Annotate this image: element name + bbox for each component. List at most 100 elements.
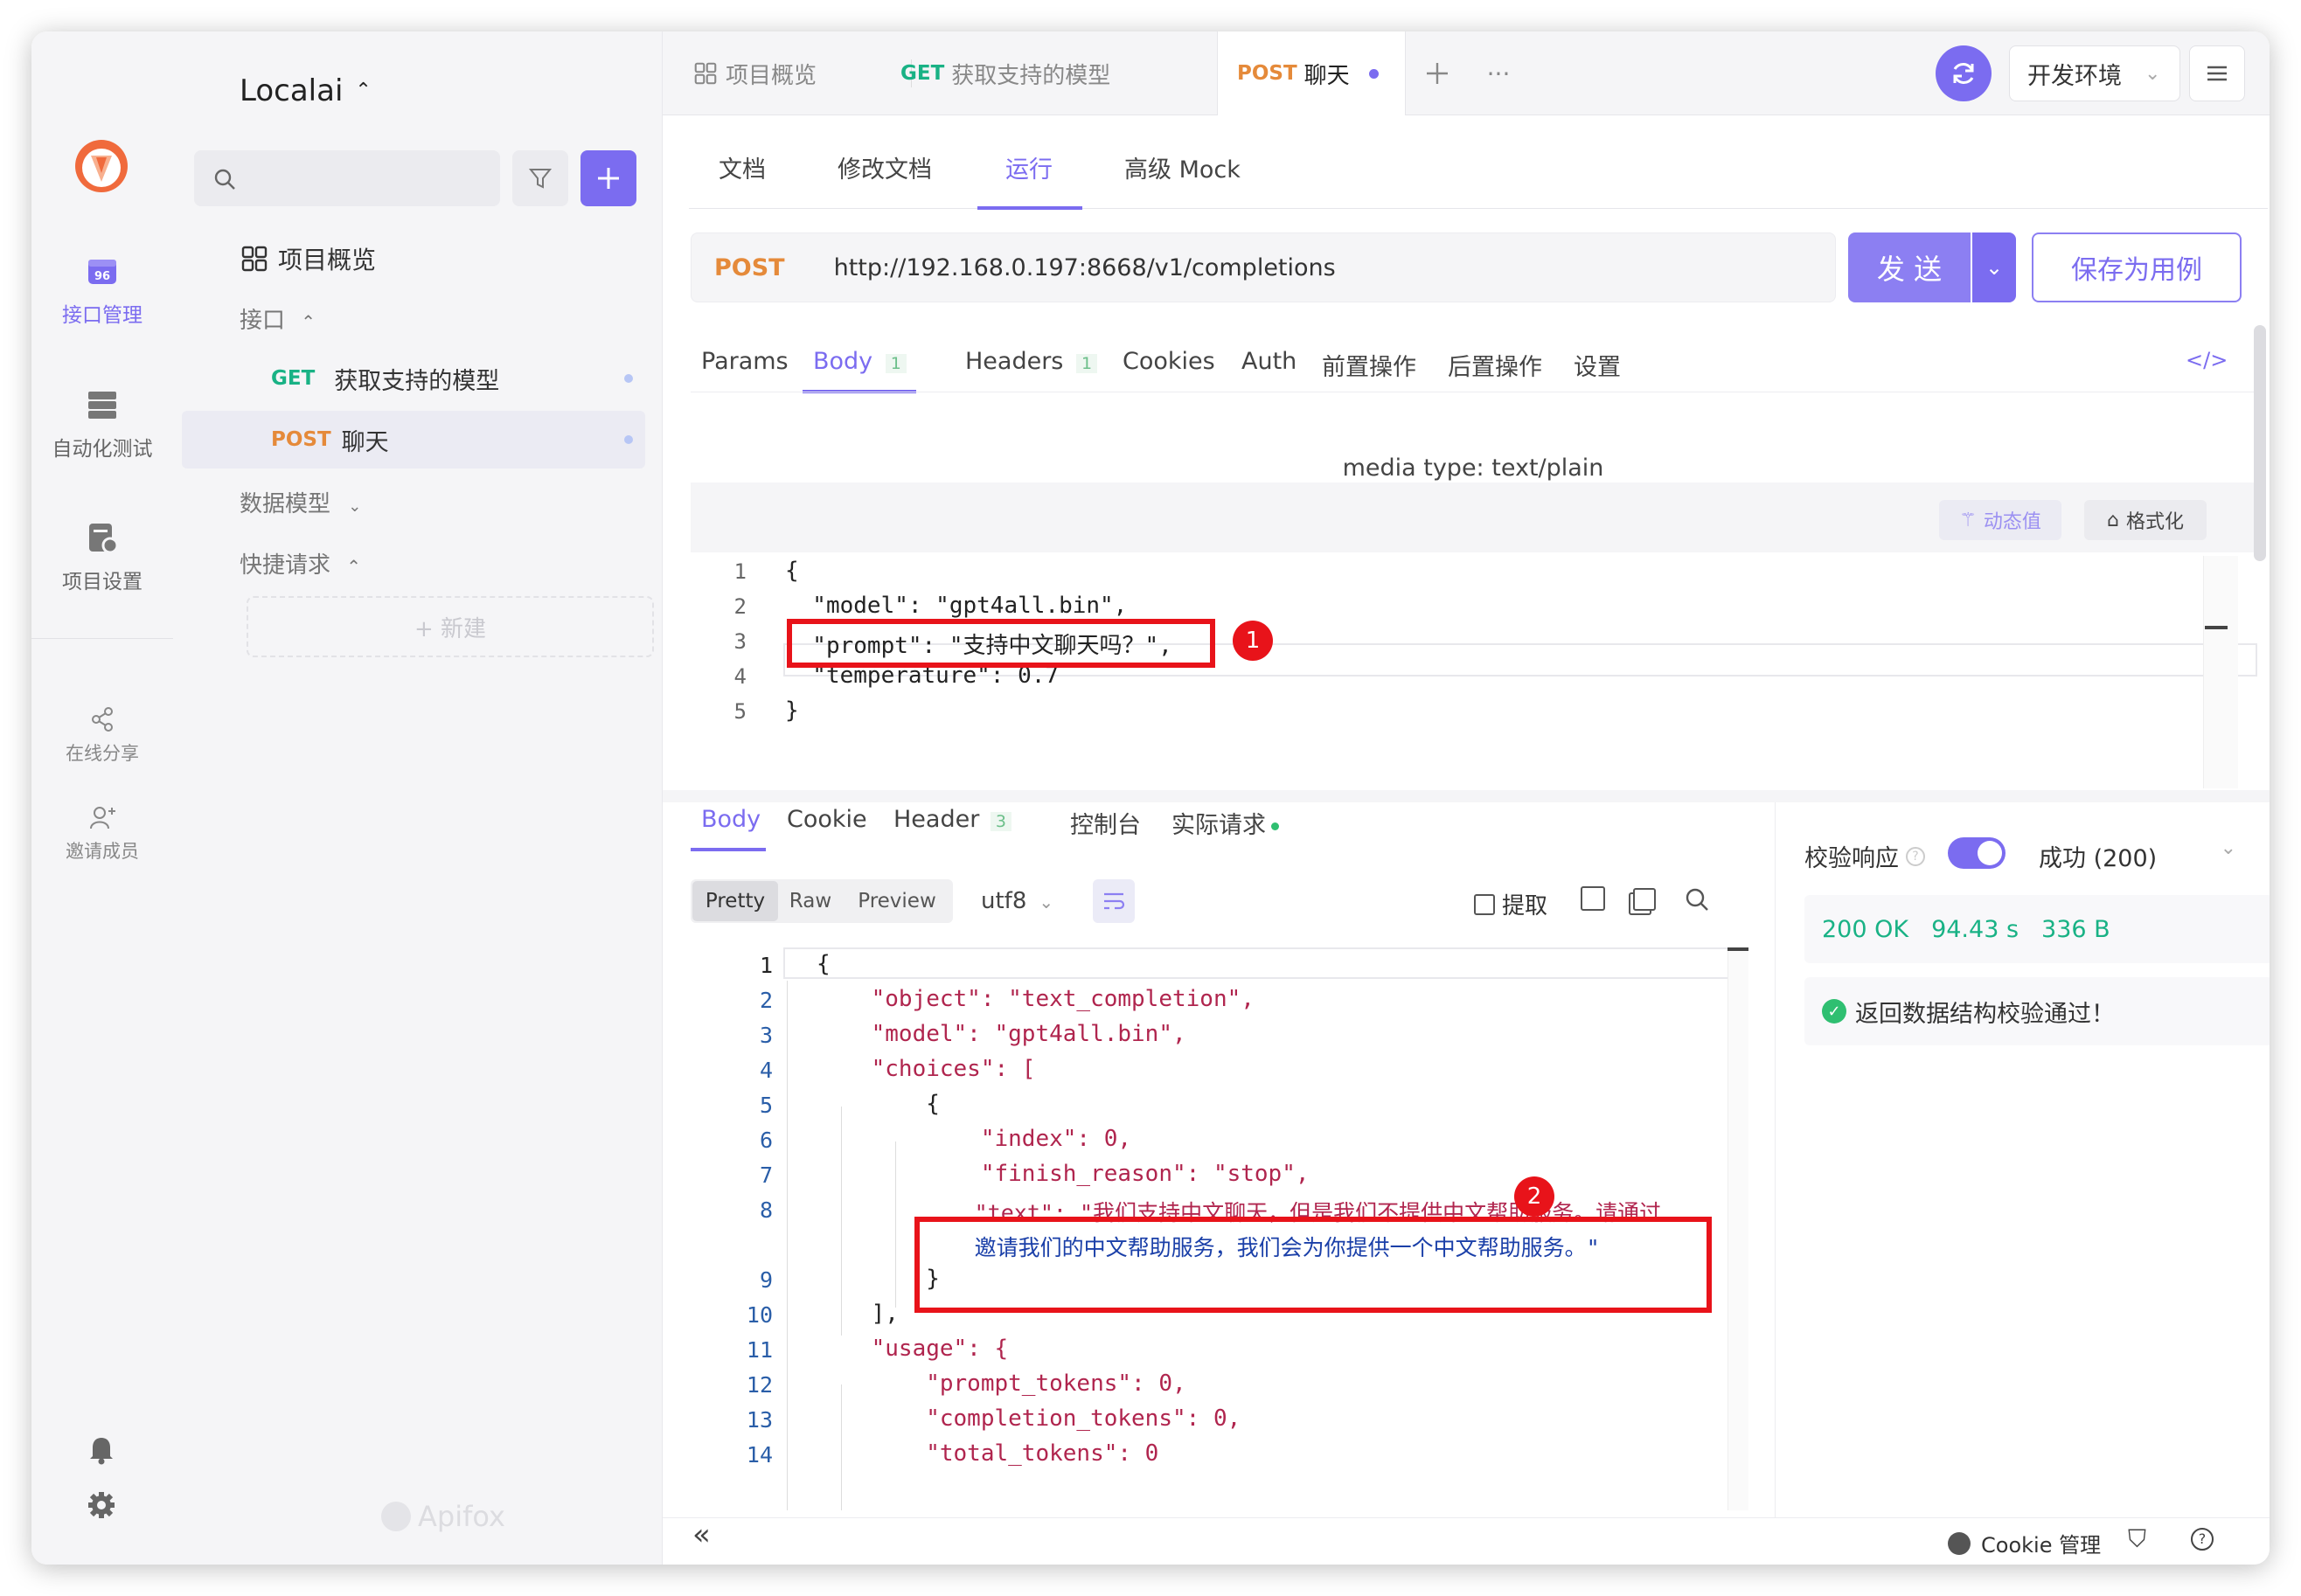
- send-button[interactable]: 发 送: [1848, 232, 1971, 302]
- tab-advanced-mock[interactable]: 高级 Mock: [1124, 150, 1241, 184]
- req-body-count-badge: 1: [885, 354, 907, 373]
- bell-icon[interactable]: [87, 1435, 115, 1465]
- url-bar[interactable]: POST http://192.168.0.197:8668/v1/comple…: [691, 232, 1836, 302]
- encoding-select[interactable]: utf8 ⌄: [981, 888, 1053, 914]
- environment-select[interactable]: 开发环境 ⌄: [2009, 45, 2180, 101]
- copy-icon[interactable]: [1633, 888, 1656, 911]
- tab-docs[interactable]: 文档: [719, 150, 766, 184]
- resp-tab-body[interactable]: Body: [701, 806, 761, 833]
- response-code-line: "prompt_tokens": 0,: [817, 1370, 1186, 1397]
- dynamic-value-button[interactable]: ⚚ 动态值: [1939, 500, 2061, 540]
- req-tab-post[interactable]: 后置操作: [1448, 348, 1542, 382]
- format-button[interactable]: ⌂ 格式化: [2084, 500, 2207, 540]
- validation-message-text: 返回数据结构校验通过！: [1855, 1000, 2115, 1028]
- resp-tab-cookie[interactable]: Cookie: [787, 806, 867, 833]
- rail-share[interactable]: 在线分享: [31, 706, 173, 766]
- line-number: 3: [733, 629, 747, 654]
- environment-label: 开发环境: [2027, 62, 2122, 90]
- search-icon: [214, 169, 235, 190]
- menu-button[interactable]: [2189, 45, 2245, 101]
- view-raw-button[interactable]: Raw: [780, 881, 841, 921]
- sidebar-item-get-models[interactable]: GET 获取支持的模型: [182, 350, 645, 407]
- rail-project-settings[interactable]: 项目设置: [31, 521, 173, 594]
- tab-bar: 项目概览 GET 获取支持的模型 POST 聊天 ··· 开发环境 ⌄: [663, 31, 2270, 115]
- response-code-line: "completion_tokens": 0,: [817, 1405, 1241, 1432]
- req-tab-cookies[interactable]: Cookies: [1123, 348, 1215, 375]
- collapse-sidebar-button[interactable]: «: [692, 1517, 711, 1552]
- req-tab-body[interactable]: Body 1: [813, 348, 907, 375]
- annotation-badge-1: 1: [1233, 621, 1273, 661]
- new-quick-request-button[interactable]: + 新建: [247, 596, 654, 657]
- section-data-models[interactable]: 数据模型 ⌄: [240, 486, 361, 518]
- rail-api-management[interactable]: 96 接口管理: [31, 254, 173, 328]
- line-number: 10: [746, 1302, 773, 1328]
- line-number: 12: [746, 1372, 773, 1398]
- request-url[interactable]: http://192.168.0.197:8668/v1/completions: [834, 254, 1336, 281]
- resp-tab-cookie-label: Cookie: [787, 806, 867, 833]
- overview-label: 项目概览: [278, 246, 377, 274]
- req-tab-settings[interactable]: 设置: [1574, 348, 1621, 382]
- rail-invite[interactable]: 邀请成员: [31, 804, 173, 864]
- send-dropdown-button[interactable]: ⌄: [1972, 232, 2016, 302]
- toggle-knob: [1978, 841, 2002, 865]
- view-preview-button[interactable]: Preview: [843, 881, 951, 921]
- validate-result-select[interactable]: 成功 (200) ⌄: [2039, 837, 2245, 873]
- resp-tab-header[interactable]: Header 3: [893, 806, 1011, 833]
- resp-tab-body-label: Body: [701, 806, 761, 833]
- resp-tab-console[interactable]: 控制台: [1070, 806, 1141, 840]
- section-api[interactable]: 接口 ⌃: [240, 302, 316, 335]
- req-headers-count-badge: 1: [1075, 354, 1098, 373]
- help-icon[interactable]: ?: [2191, 1528, 2214, 1551]
- sidebar-item-overview[interactable]: 项目概览: [241, 241, 376, 276]
- tab-run[interactable]: 运行: [1005, 150, 1053, 184]
- tab-get-models[interactable]: GET 获取支持的模型: [900, 31, 1110, 115]
- gear-icon[interactable]: [87, 1491, 115, 1519]
- rail-automation[interactable]: 自动化测试: [31, 388, 173, 461]
- extract-button[interactable]: 提取: [1474, 888, 1547, 920]
- view-pretty-label: Pretty: [705, 890, 766, 912]
- shirt-icon[interactable]: ⛉: [2128, 1524, 2146, 1554]
- line-number: 9: [759, 1267, 773, 1293]
- dynamic-value-label: 动态值: [1983, 511, 2041, 533]
- indent-guide: [787, 981, 788, 1510]
- sync-button[interactable]: [1936, 45, 1992, 101]
- section-quick-requests[interactable]: 快捷请求 ⌃: [240, 547, 361, 579]
- response-first-line-highlight: [783, 947, 1748, 979]
- sidebar-search-input[interactable]: [194, 150, 500, 206]
- more-tabs-button[interactable]: ···: [1477, 52, 1519, 94]
- tab-post-chat-label: 聊天: [1303, 62, 1350, 89]
- req-tab-headers[interactable]: Headers 1: [965, 348, 1098, 375]
- tab-edit-docs[interactable]: 修改文档: [838, 150, 932, 184]
- pane-splitter[interactable]: [663, 790, 2270, 802]
- filter-button[interactable]: [512, 150, 568, 206]
- request-method[interactable]: POST: [714, 254, 785, 281]
- post-chat-name: 聊天: [341, 428, 389, 456]
- tab-overview[interactable]: 项目概览: [694, 31, 817, 115]
- new-tab-button[interactable]: [1416, 52, 1458, 94]
- req-tab-auth[interactable]: Auth: [1241, 348, 1296, 375]
- view-pretty-button[interactable]: Pretty: [692, 881, 778, 921]
- tab-post-chat[interactable]: POST 聊天: [1217, 31, 1406, 115]
- search-icon[interactable]: [1684, 886, 1710, 912]
- sidebar-item-post-chat[interactable]: POST 聊天: [182, 411, 645, 468]
- response-time: 94.43 s: [1931, 915, 2019, 943]
- req-tab-params[interactable]: Params: [701, 348, 789, 375]
- help-icon[interactable]: ?: [1906, 846, 1925, 866]
- save-as-case-button[interactable]: 保存为用例: [2032, 232, 2242, 302]
- req-tab-pre-label: 前置操作: [1322, 354, 1416, 381]
- rail-divider: [31, 638, 173, 639]
- validate-toggle[interactable]: [1948, 837, 2006, 869]
- response-code-line: {: [817, 951, 831, 977]
- unsaved-dot: [1368, 68, 1379, 79]
- resp-tab-actual[interactable]: 实际请求: [1171, 806, 1279, 840]
- right-scrollbar[interactable]: [2254, 325, 2266, 561]
- resp-tab-console-label: 控制台: [1070, 812, 1141, 839]
- code-view-icon[interactable]: </>: [2186, 348, 2228, 372]
- wrap-toggle-button[interactable]: [1093, 879, 1135, 923]
- cookie-manager-button[interactable]: Cookie 管理: [1948, 1528, 2101, 1558]
- download-icon[interactable]: [1581, 886, 1605, 911]
- line-number: 5: [759, 1093, 773, 1118]
- add-button[interactable]: [580, 150, 636, 206]
- project-switcher[interactable]: Localai ⌃: [240, 73, 372, 108]
- req-tab-pre[interactable]: 前置操作: [1322, 348, 1416, 382]
